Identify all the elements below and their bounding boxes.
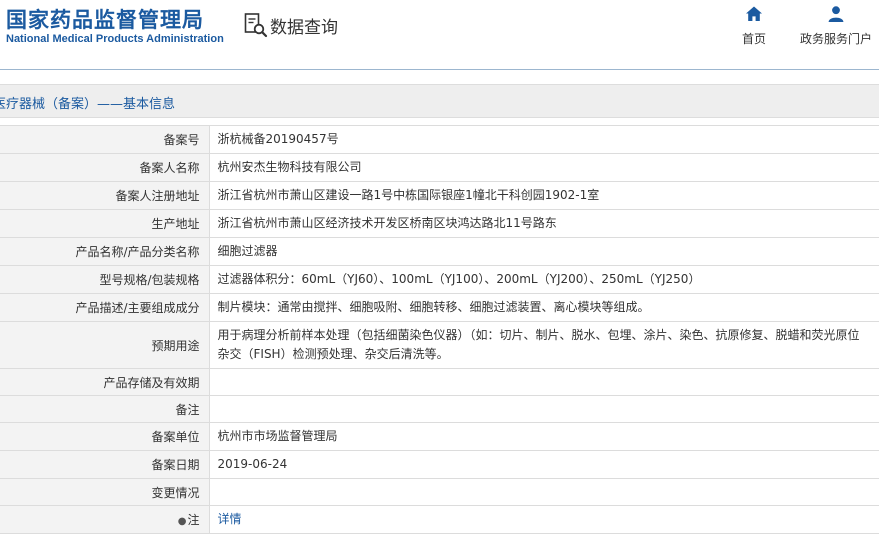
table-row: 预期用途 用于病理分析前样本处理（包括细菌染色仪器）（如：切片、制片、脱水、包埋… <box>0 321 879 369</box>
section-title: 医疗器械（备案）——基本信息 <box>0 97 176 112</box>
table-row: 型号规格/包装规格 过滤器体积分：60mL（YJ60）、100mL（YJ100）… <box>0 265 879 294</box>
row-value: 用于病理分析前样本处理（包括细菌染色仪器）（如：切片、制片、脱水、包埋、涂片、染… <box>209 321 879 369</box>
nav-home-label: 首页 <box>741 32 766 46</box>
note-row: ●注 详情 <box>0 505 879 534</box>
data-query-heading: 数据查询 <box>244 12 338 38</box>
row-value: 杭州安杰生物科技有限公司 <box>209 153 879 182</box>
row-label: 预期用途 <box>0 321 210 369</box>
row-value <box>209 478 879 506</box>
note-value-cell: 详情 <box>209 505 879 534</box>
row-value: 浙江省杭州市萧山区经济技术开发区桥南区块鸿达路北11号路东 <box>209 209 879 238</box>
row-value: 制片模块：通常由搅拌、细胞吸附、细胞转移、细胞过滤装置、离心模块等组成。 <box>209 293 879 322</box>
row-value <box>209 368 879 396</box>
row-label: 备注 <box>0 395 210 423</box>
table-row: 变更情况 <box>0 478 879 506</box>
row-value: 2019-06-24 <box>209 450 879 479</box>
row-value: 过滤器体积分：60mL（YJ60）、100mL（YJ100）、200mL（YJ2… <box>209 265 879 294</box>
row-label: 型号规格/包装规格 <box>0 265 210 294</box>
table-row: 备案单位 杭州市市场监督管理局 <box>0 422 879 451</box>
row-value: 杭州市市场监督管理局 <box>209 422 879 451</box>
table-row: 备案号 浙杭械备20190457号 <box>0 125 879 154</box>
details-link[interactable]: 详情 <box>218 512 242 526</box>
record-detail-table: 备案号 浙杭械备20190457号 备案人名称 杭州安杰生物科技有限公司 备案人… <box>0 125 879 534</box>
row-value: 浙杭械备20190457号 <box>209 125 879 154</box>
row-label: 产品存储及有效期 <box>0 368 210 396</box>
row-value <box>209 395 879 423</box>
row-label: 备案单位 <box>0 422 210 451</box>
row-label: 产品描述/主要组成成分 <box>0 293 210 322</box>
table-row: 产品描述/主要组成成分 制片模块：通常由搅拌、细胞吸附、细胞转移、细胞过滤装置、… <box>0 293 879 322</box>
table-row: 备注 <box>0 395 879 423</box>
note-label: 注 <box>187 513 200 527</box>
header-divider <box>0 69 879 70</box>
site-header: 国家药品监督管理局 National Medical Products Admi… <box>0 0 879 70</box>
data-query-icon <box>244 13 268 38</box>
row-value: 细胞过滤器 <box>209 237 879 266</box>
table-row: 产品存储及有效期 <box>0 368 879 396</box>
home-icon <box>746 6 762 21</box>
user-icon <box>828 6 844 22</box>
nav-service-portal[interactable]: 政务服务门户 <box>796 5 876 47</box>
row-label: 产品名称/产品分类名称 <box>0 237 210 266</box>
row-label: 备案号 <box>0 125 210 154</box>
nav-service-portal-label: 政务服务门户 <box>799 32 872 46</box>
agency-logo-chinese[interactable]: 国家药品监督管理局 <box>6 4 204 34</box>
table-row: 产品名称/产品分类名称 细胞过滤器 <box>0 237 879 266</box>
row-label: 生产地址 <box>0 209 210 238</box>
row-label: 备案人名称 <box>0 153 210 182</box>
row-label: 备案日期 <box>0 450 210 479</box>
agency-logo-english[interactable]: National Medical Products Administration <box>6 33 224 45</box>
table-row: 备案人名称 杭州安杰生物科技有限公司 <box>0 153 879 182</box>
row-value: 浙江省杭州市萧山区建设一路1号中栋国际银座1幢北干科创园1902-1室 <box>209 181 879 210</box>
table-row: 生产地址 浙江省杭州市萧山区经济技术开发区桥南区块鸿达路北11号路东 <box>0 209 879 238</box>
row-label: 变更情况 <box>0 478 210 506</box>
pin-icon: ● <box>177 516 187 527</box>
table-row: 备案人注册地址 浙江省杭州市萧山区建设一路1号中栋国际银座1幢北干科创园1902… <box>0 181 879 210</box>
row-label: 备案人注册地址 <box>0 181 210 210</box>
section-title-bar: 医疗器械（备案）——基本信息 <box>0 84 879 118</box>
table-row: 备案日期 2019-06-24 <box>0 450 879 479</box>
nav-home[interactable]: 首页 <box>728 5 780 47</box>
note-label-cell: ●注 <box>0 505 210 534</box>
data-query-label: 数据查询 <box>270 17 338 38</box>
